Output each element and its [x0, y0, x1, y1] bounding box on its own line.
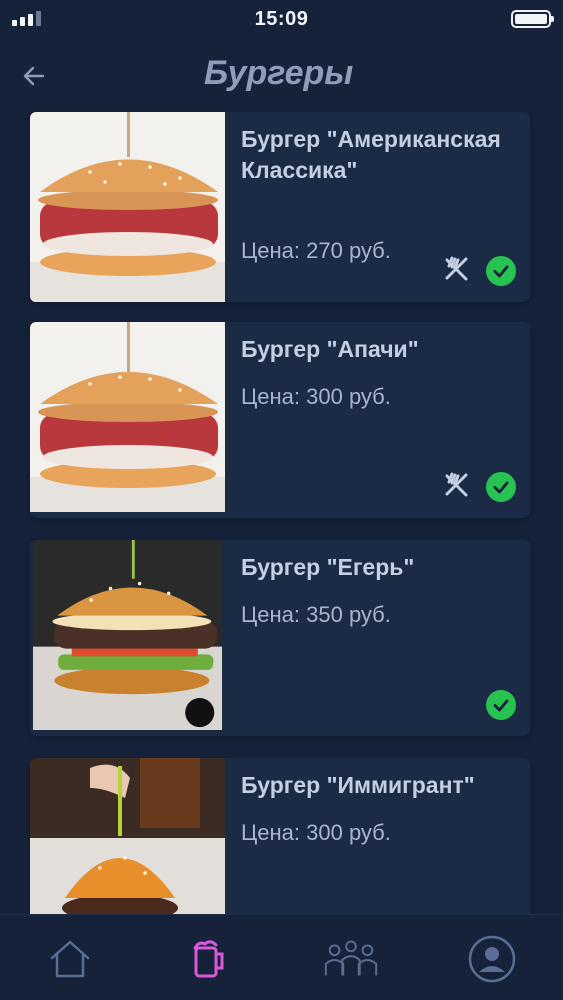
- burger-price: Цена: 350 руб.: [241, 602, 391, 627]
- tab-people[interactable]: [321, 929, 381, 989]
- burger-list: Бургер "Американская Классика" Цена: 270…: [0, 112, 563, 914]
- home-icon: [50, 940, 90, 978]
- tab-home[interactable]: [40, 929, 100, 989]
- profile-icon: [468, 935, 516, 983]
- arrow-left-icon: [23, 66, 45, 86]
- burger-photo: [30, 758, 225, 914]
- burger-photo: [30, 322, 225, 512]
- header: Бургеры: [0, 40, 563, 110]
- tab-profile[interactable]: [462, 929, 522, 989]
- battery-icon: [511, 10, 554, 28]
- status-time: 15:09: [254, 7, 309, 30]
- tab-bar: [0, 914, 563, 1000]
- check-icon: [486, 472, 516, 502]
- burger-price: Цена: 270 руб.: [241, 238, 391, 263]
- cutlery-icon: [445, 256, 468, 281]
- burger-title: Бургер "Егерь": [241, 554, 415, 580]
- burger-title: Бургер "Американская Классика": [241, 126, 501, 183]
- check-icon: [486, 690, 516, 720]
- burger-price: Цена: 300 руб.: [241, 384, 391, 409]
- burger-title: Бургер "Апачи": [241, 336, 419, 362]
- burger-title: Бургер "Иммигрант": [241, 772, 475, 798]
- check-icon: [486, 256, 516, 286]
- status-bar: 15:09: [0, 0, 563, 38]
- tab-drinks[interactable]: [178, 929, 238, 989]
- burger-photo: [30, 112, 225, 302]
- burger-card[interactable]: Бургер "Апачи" Цена: 300 руб.: [30, 322, 530, 518]
- back-button[interactable]: [16, 58, 52, 94]
- burger-card[interactable]: Бургер "Американская Классика" Цена: 270…: [30, 112, 530, 302]
- page-title: Бургеры: [204, 54, 354, 92]
- burger-photo: [30, 540, 225, 730]
- cutlery-icon: [445, 472, 468, 497]
- burger-price: Цена: 300 руб.: [241, 820, 391, 845]
- people-icon: [324, 940, 378, 976]
- signal-icon: [12, 11, 41, 26]
- burger-card[interactable]: Бургер "Егерь" Цена: 350 руб.: [30, 540, 530, 736]
- burger-card[interactable]: Бургер "Иммигрант" Цена: 300 руб.: [30, 758, 530, 914]
- beer-mug-icon: [193, 940, 224, 978]
